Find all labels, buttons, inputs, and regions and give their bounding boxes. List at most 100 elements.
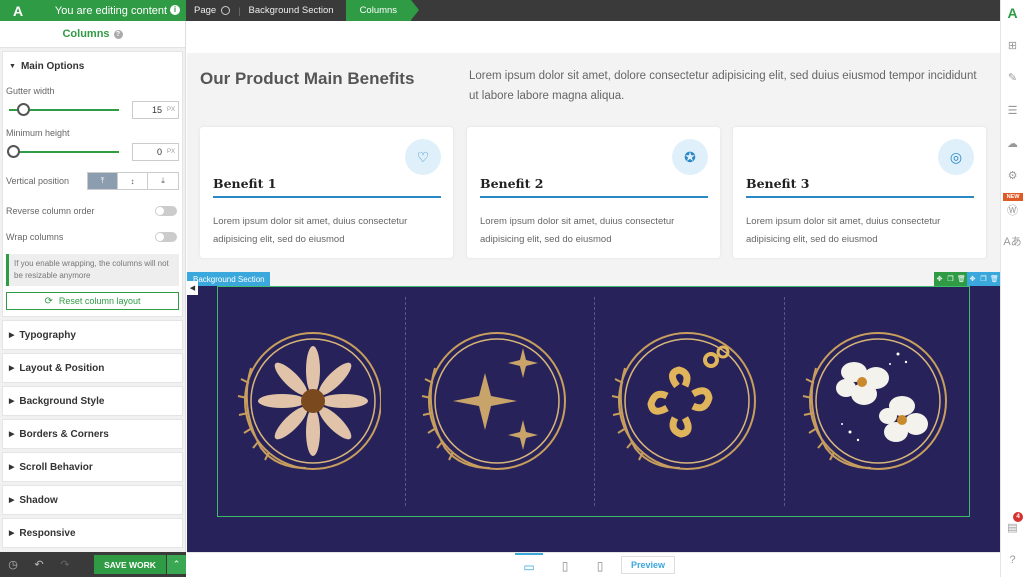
section-layout-position[interactable]: ▶ Layout & Position <box>2 353 183 383</box>
wrap-columns-label: Wrap columns <box>6 232 64 242</box>
section-borders-corners[interactable]: ▶ Borders & Corners <box>2 419 183 449</box>
align-middle-button[interactable]: ↕ <box>118 173 148 189</box>
collapse-sidebar-button[interactable]: ◀ <box>187 281 198 295</box>
translate-icon[interactable]: Aあ <box>1001 231 1023 251</box>
brush-icon[interactable]: ✎ <box>1001 67 1023 87</box>
benefit-card-2[interactable]: ✪ Benefit 2 Lorem ipsum dolor sit amet, … <box>467 127 720 258</box>
reverse-order-row: Reverse column order <box>6 198 179 224</box>
caret-right-icon: ▶ <box>9 431 15 438</box>
wordpress-icon[interactable]: Ⓦ <box>1001 200 1023 220</box>
benefit-title: Benefit 2 <box>480 176 544 191</box>
help-icon[interactable]: ? <box>113 29 123 39</box>
section-label: Typography <box>19 329 76 341</box>
breadcrumb-background-section[interactable]: Background Section <box>241 0 342 21</box>
gutter-width-unit[interactable]: PX <box>167 107 175 113</box>
column-divider[interactable] <box>594 297 595 506</box>
benefit-text: Lorem ipsum dolor sit amet, duius consec… <box>480 216 675 245</box>
section-shadow[interactable]: ▶ Shadow <box>2 485 183 515</box>
info-icon[interactable]: i <box>170 5 180 15</box>
sparkle-emblem[interactable] <box>417 328 567 478</box>
redo-icon[interactable]: ↷ <box>52 552 78 577</box>
app-logo[interactable]: A <box>0 0 36 21</box>
device-toolbar: ▭ ▯ ▯ Preview <box>187 552 1000 577</box>
reverse-order-toggle[interactable] <box>155 206 177 216</box>
gear-icon[interactable] <box>221 6 231 15</box>
caret-down-icon: ▼ <box>9 62 16 70</box>
mobile-icon[interactable]: ▯ <box>586 553 614 578</box>
undo-icon[interactable]: ↶ <box>26 552 52 577</box>
white-blossom-emblem[interactable] <box>798 328 948 478</box>
section-intro-text[interactable]: Lorem ipsum dolor sit amet, dolore conse… <box>469 66 989 106</box>
benefit-text: Lorem ipsum dolor sit amet, duius consec… <box>213 216 408 245</box>
cloud-icon[interactable]: ☁ <box>1001 133 1023 153</box>
section-heading[interactable]: Our Product Main Benefits <box>200 69 414 89</box>
history-icon[interactable]: ◷ <box>0 552 26 577</box>
wrap-columns-toggle[interactable] <box>155 232 177 242</box>
top-bar: A You are editing content i Page | Backg… <box>0 0 1000 21</box>
desktop-icon[interactable]: ▭ <box>515 553 543 578</box>
section-label: Responsive <box>19 527 76 539</box>
gear-icon[interactable]: ⚙ <box>1001 165 1023 185</box>
fingerprint-icon: ◎ <box>938 139 974 175</box>
chevron-up-icon[interactable]: ⌃ <box>167 555 186 574</box>
caret-right-icon: ▶ <box>9 497 15 504</box>
gutter-width-slider[interactable] <box>9 103 119 116</box>
section-typography[interactable]: ▶ Typography <box>2 320 183 350</box>
gutter-width-slider-handle[interactable] <box>17 103 30 116</box>
notification-count-badge: 4 <box>1013 512 1023 522</box>
move-icon[interactable]: ✥ <box>967 272 978 286</box>
award-ribbon-icon: ✪ <box>672 139 708 175</box>
benefit-card-1[interactable]: ♡ Benefit 1 Lorem ipsum dolor sit amet, … <box>200 127 453 258</box>
page-canvas: Our Product Main Benefits Lorem ipsum do… <box>187 21 1000 552</box>
minimum-height-label: Minimum height <box>6 128 70 138</box>
brand-logo-icon[interactable]: A <box>1001 3 1023 23</box>
section-label: Background Style <box>19 395 105 407</box>
align-top-button[interactable]: ⤒ <box>88 173 118 189</box>
background-section-tag[interactable]: Background Section <box>187 272 270 286</box>
benefit-card-3[interactable]: ◎ Benefit 3 Lorem ipsum dolor sit amet, … <box>733 127 986 258</box>
minimum-height-slider[interactable] <box>7 145 119 158</box>
delete-icon[interactable]: 🗑 <box>989 272 1000 286</box>
section-background-style[interactable]: ▶ Background Style <box>2 386 183 416</box>
title-underline <box>480 196 708 198</box>
section-responsive[interactable]: ▶ Responsive <box>2 518 183 548</box>
minimum-height-unit[interactable]: PX <box>167 149 175 155</box>
add-element-icon[interactable]: ⊞ <box>1001 35 1023 55</box>
caret-right-icon: ▶ <box>9 530 15 537</box>
daisy-emblem[interactable] <box>231 328 381 478</box>
move-icon[interactable]: ✥ <box>934 272 945 286</box>
gutter-width-input[interactable]: 15 PX <box>131 101 179 119</box>
duplicate-icon[interactable]: ❐ <box>978 272 989 286</box>
panel-title-label: Columns <box>62 28 110 40</box>
minimum-height-slider-handle[interactable] <box>7 145 20 158</box>
main-options-label: Main Options <box>20 60 85 72</box>
breadcrumb-page[interactable]: Page <box>186 0 238 21</box>
bottom-toolbar: ◷ ↶ ↷ SAVE WORK ⌃ <box>0 552 186 577</box>
editing-label: You are editing content <box>54 4 168 17</box>
gold-flower-emblem[interactable] <box>607 328 757 478</box>
duplicate-icon[interactable]: ❐ <box>945 272 956 286</box>
column-divider[interactable] <box>405 297 406 506</box>
main-options-header[interactable]: ▼ Main Options <box>3 52 182 80</box>
minimum-height-control: 0 PX <box>6 140 179 164</box>
caret-right-icon: ▶ <box>9 332 15 339</box>
settings-sidebar: Columns ? ▼ Main Options Gutter width 15… <box>0 21 186 555</box>
delete-icon[interactable]: 🗑 <box>956 272 967 286</box>
columns-element[interactable] <box>217 286 970 517</box>
title-underline <box>746 196 974 198</box>
reset-column-layout-button[interactable]: ⟳ Reset column layout <box>6 292 179 310</box>
section-scroll-behavior[interactable]: ▶ Scroll Behavior <box>2 452 183 482</box>
sliders-icon[interactable]: ☰ <box>1001 100 1023 120</box>
reset-column-layout-label: Reset column layout <box>58 296 141 306</box>
breadcrumb-columns[interactable]: Columns <box>345 0 419 21</box>
column-divider[interactable] <box>784 297 785 506</box>
minimum-height-input[interactable]: 0 PX <box>131 143 179 161</box>
preview-button[interactable]: Preview <box>621 556 675 574</box>
tablet-icon[interactable]: ▯ <box>551 553 579 578</box>
save-work-button[interactable]: SAVE WORK <box>94 555 166 574</box>
main-options-section: ▼ Main Options Gutter width 15 PX Minimu… <box>2 51 183 317</box>
align-bottom-button[interactable]: ⤓ <box>148 173 178 189</box>
help-icon[interactable]: ? <box>1001 550 1023 570</box>
caret-right-icon: ▶ <box>9 398 15 405</box>
right-toolbar: A ⊞ ✎ ☰ ☁ ⚙ NEW Ⓦ Aあ ▤ 4 ? <box>1000 0 1023 577</box>
